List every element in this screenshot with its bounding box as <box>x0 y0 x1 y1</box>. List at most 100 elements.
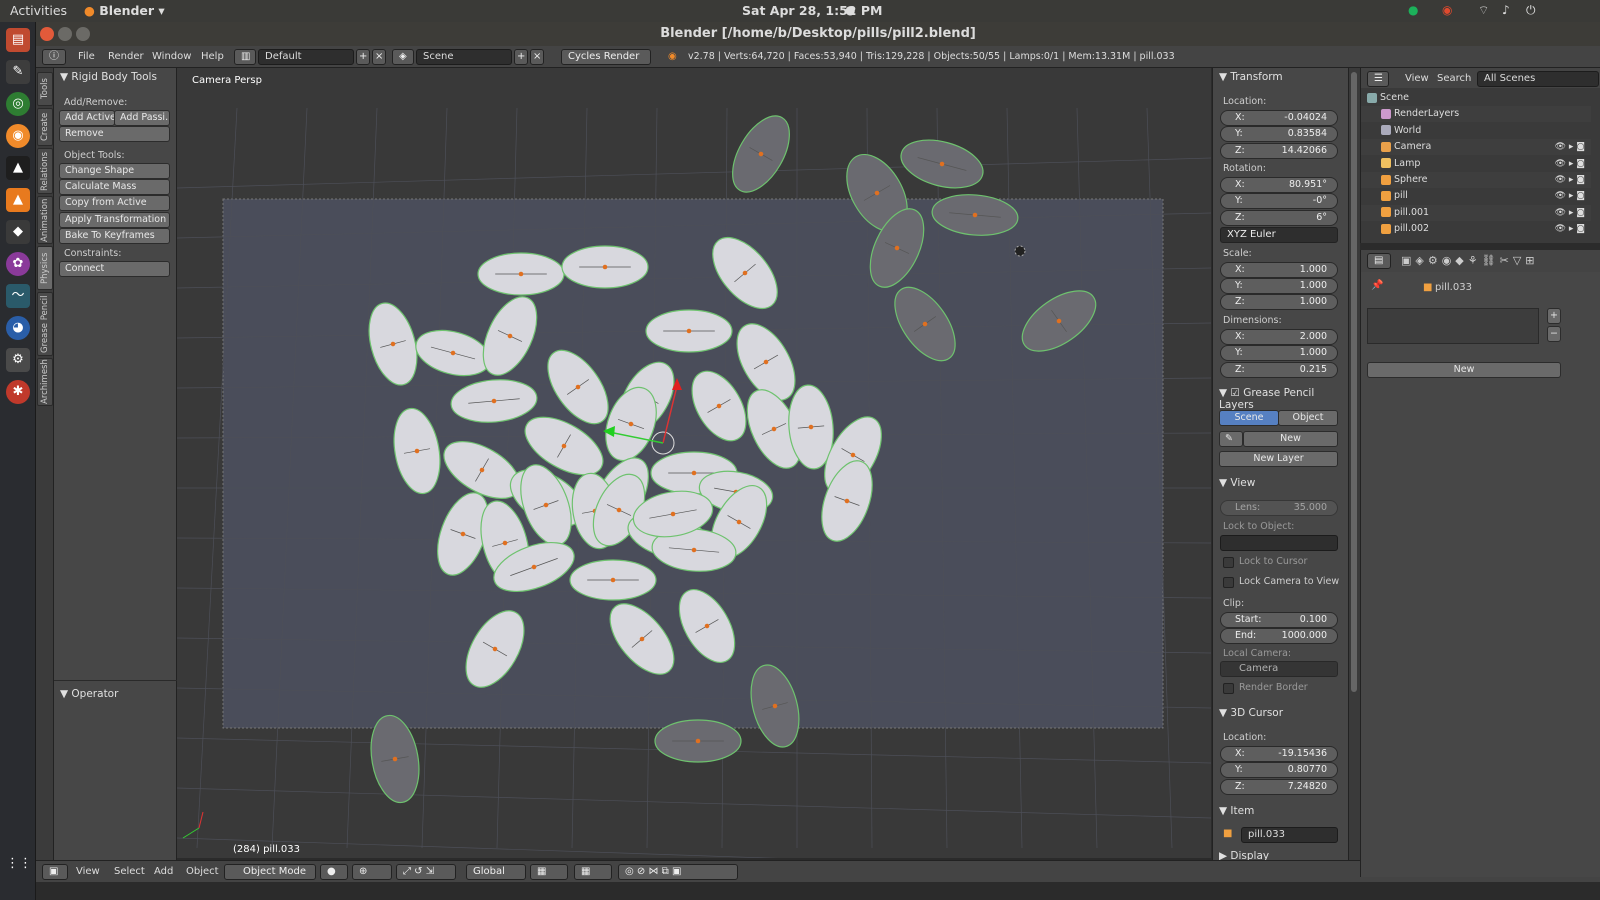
scale-z-field[interactable]: Z: 1.000 <box>1220 294 1338 310</box>
menu-view[interactable]: View <box>76 866 100 877</box>
calculate-mass-button[interactable]: Calculate Mass <box>59 179 170 195</box>
menu-file[interactable]: File <box>78 51 95 62</box>
gp-scene-toggle[interactable]: Scene <box>1219 410 1279 426</box>
outliner-item[interactable]: RenderLayers <box>1361 106 1591 123</box>
game-icon[interactable]: ◆ <box>6 220 30 244</box>
add-active-button[interactable]: Add Active <box>59 110 115 126</box>
tab-tools[interactable]: Tools <box>37 72 53 106</box>
connect-button[interactable]: Connect <box>59 261 170 277</box>
location-z-field[interactable]: Z: 14.42066 <box>1220 143 1338 159</box>
activities-button[interactable]: Activities <box>10 3 67 18</box>
pill-object[interactable] <box>477 252 565 296</box>
pill-object[interactable] <box>896 132 989 196</box>
tab-animation[interactable]: Animation <box>37 196 53 244</box>
outliner-item[interactable]: World <box>1361 122 1591 139</box>
visibility-icons[interactable]: 👁 ▸ ◙ <box>1555 172 1585 188</box>
text-editor-icon[interactable]: ✎ <box>6 60 30 84</box>
properties-editor-icon[interactable]: ▤ <box>1367 253 1391 269</box>
render-border-checkbox[interactable] <box>1223 683 1234 694</box>
cursor-x-field[interactable]: X: -19.15436 <box>1220 746 1338 762</box>
outliner-item[interactable]: pill 👁 ▸ ◙ <box>1361 188 1591 205</box>
pivot-icon[interactable]: ⊕ <box>352 864 392 880</box>
shading-icon[interactable]: ● <box>320 864 348 880</box>
gimp-icon[interactable]: ◕ <box>6 316 30 340</box>
photos-icon[interactable]: ✿ <box>6 252 30 276</box>
npanel-scrollbar[interactable] <box>1348 68 1360 860</box>
checkbox-icon[interactable]: ☑ <box>1230 387 1239 399</box>
wifi-icon[interactable]: ⌔ <box>1478 3 1489 18</box>
new-material-button[interactable]: New <box>1367 362 1561 378</box>
pill-object[interactable] <box>654 719 742 763</box>
item-header[interactable]: ▼ Item <box>1219 805 1254 817</box>
lock-object-field[interactable] <box>1220 535 1338 551</box>
remove-layout-icon[interactable]: × <box>372 49 386 65</box>
pin-icon[interactable]: 📌 <box>1371 280 1383 291</box>
tab-relations[interactable]: Relations <box>37 148 53 194</box>
rotation-x-field[interactable]: X: 80.951° <box>1220 177 1338 193</box>
outliner-item[interactable]: Scene <box>1361 90 1591 106</box>
menu-render[interactable]: Render <box>108 51 144 62</box>
gp-new-layer-button[interactable]: New Layer <box>1219 451 1338 467</box>
app-grid-icon[interactable]: ⋮⋮ <box>6 852 32 876</box>
outliner-item[interactable]: pill.001 👁 ▸ ◙ <box>1361 204 1591 221</box>
pill-object[interactable] <box>561 245 649 289</box>
tab-grease-pencil[interactable]: Grease Pencil <box>37 292 53 356</box>
menu-object[interactable]: Object <box>186 866 219 877</box>
location-y-field[interactable]: Y: 0.83584 <box>1220 126 1338 142</box>
rotation-mode-dropdown[interactable]: XYZ Euler <box>1220 227 1338 243</box>
dimensions-y-field[interactable]: Y: 1.000 <box>1220 345 1338 361</box>
item-name-field[interactable]: pill.033 <box>1241 827 1338 843</box>
tab-create[interactable]: Create <box>37 108 53 146</box>
visibility-icons[interactable]: 👁 ▸ ◙ <box>1555 205 1585 221</box>
visibility-icons[interactable]: 👁 ▸ ◙ <box>1555 188 1585 204</box>
rotation-z-field[interactable]: Z: 6° <box>1220 210 1338 226</box>
gp-new-button[interactable]: New <box>1243 431 1338 447</box>
status-green-icon[interactable]: ● <box>1408 3 1418 17</box>
scale-x-field[interactable]: X: 1.000 <box>1220 262 1338 278</box>
scrollbar-thumb[interactable] <box>1351 72 1357 692</box>
blender-icon[interactable]: ◉ <box>6 124 30 148</box>
outliner-editor-icon[interactable]: ☰ <box>1367 71 1389 87</box>
chrome-tray-icon[interactable]: ◉ <box>1442 3 1452 17</box>
mode-dropdown[interactable]: Object Mode <box>224 864 316 880</box>
dimensions-x-field[interactable]: X: 2.000 <box>1220 329 1338 345</box>
render-engine-dropdown[interactable]: Cycles Render <box>561 49 651 65</box>
location-x-field[interactable]: X: -0.04024 <box>1220 110 1338 126</box>
screen-layout-icon[interactable]: ▥ <box>234 49 256 65</box>
snapping-icons[interactable]: ◎ ⊘ ⋈ ⧉ ▣ <box>618 864 738 880</box>
add-slot-icon[interactable]: + <box>1547 308 1561 324</box>
add-scene-icon[interactable]: + <box>514 49 528 65</box>
scene-field[interactable]: Scene <box>416 49 512 65</box>
grease-pencil-header[interactable]: ▼ ☑ Grease Pencil Layers <box>1219 387 1348 411</box>
outliner-item[interactable]: pill.002 👁 ▸ ◙ <box>1361 221 1591 238</box>
display-header[interactable]: ▶ Display <box>1219 850 1269 860</box>
visibility-icons[interactable]: 👁 ▸ ◙ <box>1555 139 1585 155</box>
remove-button[interactable]: Remove <box>59 126 170 142</box>
change-shape-button[interactable]: Change Shape <box>59 163 170 179</box>
settings-icon[interactable]: ✱ <box>6 380 30 404</box>
cursor-y-field[interactable]: Y: 0.80770 <box>1220 762 1338 778</box>
screen-layout-field[interactable]: Default <box>258 49 354 65</box>
orientation-dropdown[interactable]: Global <box>466 864 526 880</box>
operator-header[interactable]: ▼ Operator <box>60 688 118 700</box>
scale-y-field[interactable]: Y: 1.000 <box>1220 278 1338 294</box>
3d-cursor-header[interactable]: ▼ 3D Cursor <box>1219 707 1283 719</box>
tab-physics[interactable]: Physics <box>37 246 53 290</box>
scene-icon[interactable]: ◈ <box>392 49 414 65</box>
bake-to-keyframes-button[interactable]: Bake To Keyframes <box>59 228 170 244</box>
volume-icon[interactable]: ♪ <box>1502 3 1510 17</box>
gp-pencil-icon[interactable]: ✎ <box>1219 431 1243 447</box>
cursor-z-field[interactable]: Z: 7.24820 <box>1220 779 1338 795</box>
power-icon[interactable]: ⏻ <box>1526 3 1536 18</box>
clip-end-field[interactable]: End: 1000.000 <box>1220 628 1338 644</box>
copy-from-active-button[interactable]: Copy from Active <box>59 195 170 211</box>
lock-camera-checkbox[interactable] <box>1223 577 1234 588</box>
outliner-filter-dropdown[interactable]: All Scenes <box>1477 71 1599 87</box>
tab-archimesh[interactable]: Archimesh <box>37 358 53 406</box>
outliner-item[interactable]: Lamp 👁 ▸ ◙ <box>1361 155 1591 172</box>
properties-context-icons[interactable]: ▣◈⚙◉◆⚘⛓✂▽⊞ <box>1401 254 1539 267</box>
apply-transformation-button[interactable]: Apply Transformation <box>59 212 170 228</box>
view-section-header[interactable]: ▼ View <box>1219 477 1255 489</box>
3d-cursor-icon[interactable] <box>1014 245 1026 257</box>
add-passive-button[interactable]: Add Passi... <box>114 110 170 126</box>
